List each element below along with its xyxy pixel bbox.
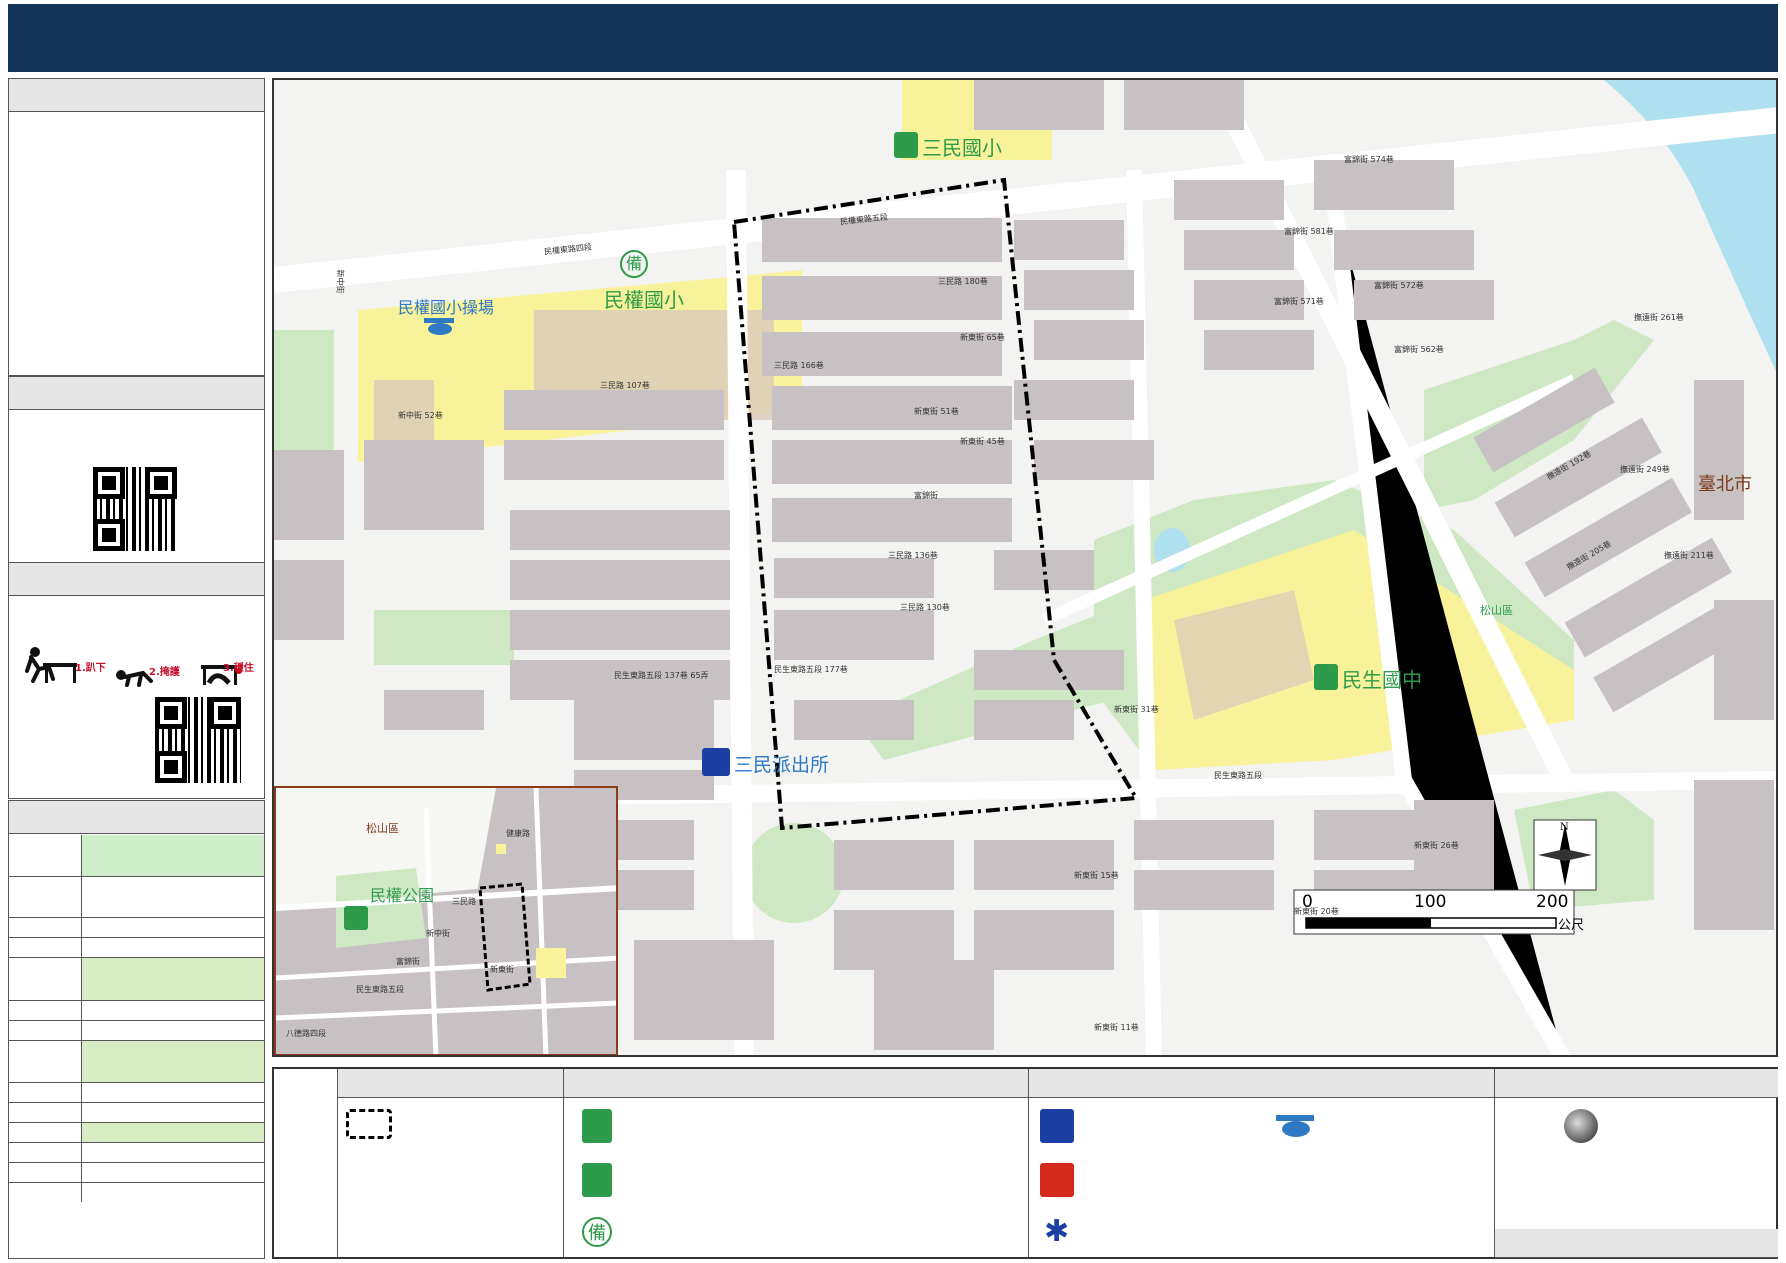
fire-station-icon [1040, 1163, 1074, 1197]
street-label: 三民路 130巷 [900, 603, 950, 612]
label-minquan-field: 民權國小操場 [398, 298, 495, 317]
inset-street-label: 三民路 [452, 897, 476, 906]
table-row [9, 938, 264, 958]
inset-canvas [276, 788, 616, 1054]
main-map[interactable]: 備 三民國小 民權國小 民權國小操場 民生國中 三民派出所 臺北市 松山區 民權… [272, 78, 1778, 1057]
drill-panel: 1.趴下 2.掩護 3.穩住 [8, 562, 265, 799]
table-row [9, 1001, 264, 1021]
label-songshan-district: 松山區 [1480, 604, 1513, 617]
street-label: 新東街 31巷 [1114, 705, 1159, 714]
qr-code-icon[interactable] [93, 467, 177, 551]
shelter-table-header [9, 801, 264, 834]
drill-qr-code-icon[interactable] [155, 697, 241, 783]
shelter-school-icon [582, 1109, 612, 1143]
street-label: 三民路 136巷 [888, 551, 938, 560]
standby-icon: 備 [582, 1217, 612, 1247]
shelter-school-icon[interactable] [1314, 664, 1338, 690]
inset-street-label: 新東街 [490, 965, 514, 974]
drill-step-1: 1.趴下 [75, 663, 106, 674]
street-label: 民生東路五段 177巷 [774, 665, 848, 674]
table-row [9, 1083, 264, 1103]
boundary-icon [346, 1109, 392, 1139]
label-taipei-city: 臺北市 [1698, 474, 1752, 495]
evacuation-park-icon [582, 1163, 612, 1197]
street-label: 民生東路五段 [1214, 771, 1262, 780]
street-label: 新中街 [335, 269, 345, 294]
street-label: 新中街 52巷 [398, 411, 443, 420]
street-label: 富錦街 562巷 [1394, 345, 1444, 354]
street-label: 新東街 51巷 [914, 407, 959, 416]
street-label: 撫遠街 249巷 [1620, 465, 1670, 474]
street-label: 新東街 20巷 [1294, 907, 1339, 916]
legend-header [338, 1069, 1778, 1098]
compass-n-label: N [1560, 822, 1569, 833]
table-row [9, 1021, 264, 1041]
table-row [9, 835, 264, 877]
police-icon[interactable] [702, 748, 730, 776]
helipad-icon [1272, 1111, 1320, 1139]
qr-panel [8, 376, 265, 564]
label-sanmin-police: 三民派出所 [734, 754, 830, 776]
location-pin-icon [1564, 1109, 1598, 1143]
inset-street-label: 健康路 [506, 829, 530, 838]
drill-panel-header [9, 563, 264, 596]
table-row [9, 918, 264, 938]
scale-label-0: 0 [1302, 892, 1313, 912]
street-label: 富錦街 574巷 [1344, 155, 1394, 164]
medical-icon: ✱ [1044, 1214, 1070, 1249]
street-label: 新東街 26巷 [1414, 841, 1459, 850]
street-label: 新東街 11巷 [1094, 1023, 1139, 1032]
info-panel-header [9, 79, 264, 112]
legend: 備 ✱ [272, 1067, 1778, 1259]
street-label: 撫遠街 211巷 [1664, 551, 1714, 560]
inset-street-label: 八德路四段 [286, 1029, 326, 1038]
drop-icon [25, 647, 77, 683]
label-minsheng-junior: 民生國中 [1342, 668, 1422, 692]
cover-icon [116, 670, 153, 687]
table-row [9, 1123, 264, 1143]
street-label: 民生東路五段 137巷 65弄 [614, 671, 709, 680]
scale-label-200: 200 [1536, 892, 1569, 912]
inset-map[interactable]: 松山區 民權公園 新中街 健康路 三民路 新東街 富錦街 民生東路五段 八德路四… [274, 786, 618, 1055]
shelter-school-icon[interactable] [894, 132, 918, 158]
drill-step-3: 3.穩住 [223, 663, 254, 674]
drill-step-2: 2.掩護 [149, 667, 180, 678]
street-label: 富錦街 572巷 [1374, 281, 1424, 290]
street-label: 富錦街 581巷 [1284, 227, 1334, 236]
street-label: 富錦街 [914, 491, 938, 500]
inset-street-label: 民生東路五段 [356, 985, 404, 994]
qr-panel-header [9, 377, 264, 410]
street-label: 新東街 65巷 [960, 333, 1005, 342]
scale-unit: 公尺 [1558, 918, 1585, 933]
scale-label-100: 100 [1414, 892, 1447, 912]
inset-street-label: 新中街 [426, 929, 450, 938]
street-label: 新東街 45巷 [960, 437, 1005, 446]
evacuation-park-icon[interactable] [344, 906, 368, 930]
table-row [9, 1103, 264, 1123]
title-bar [8, 4, 1778, 72]
street-label: 新東街 15巷 [1074, 871, 1119, 880]
shelter-table [8, 800, 265, 1259]
table-row [9, 1041, 264, 1083]
table-row [9, 1163, 264, 1183]
street-label: 三民路 180巷 [938, 277, 988, 286]
table-row [9, 1183, 264, 1202]
table-row [9, 877, 264, 918]
info-panel [8, 78, 265, 376]
inset-district-label: 松山區 [366, 822, 399, 835]
inset-street-label: 富錦街 [396, 957, 420, 966]
street-label: 三民路 107巷 [600, 381, 650, 390]
table-row [9, 958, 264, 1001]
label-minquan-elementary: 民權國小 [604, 288, 684, 312]
helipad-icon[interactable] [420, 315, 460, 335]
label-sanmin-elementary: 三民國小 [922, 136, 1002, 160]
inset-park-label: 民權公園 [370, 886, 435, 905]
street-label: 富錦街 571巷 [1274, 297, 1324, 306]
police-icon [1040, 1109, 1074, 1143]
street-label: 三民路 166巷 [774, 361, 824, 370]
standby-icon[interactable]: 備 [620, 250, 648, 278]
table-row [9, 1143, 264, 1163]
street-label: 撫遠街 261巷 [1634, 313, 1684, 322]
legend-footer [1495, 1229, 1778, 1258]
